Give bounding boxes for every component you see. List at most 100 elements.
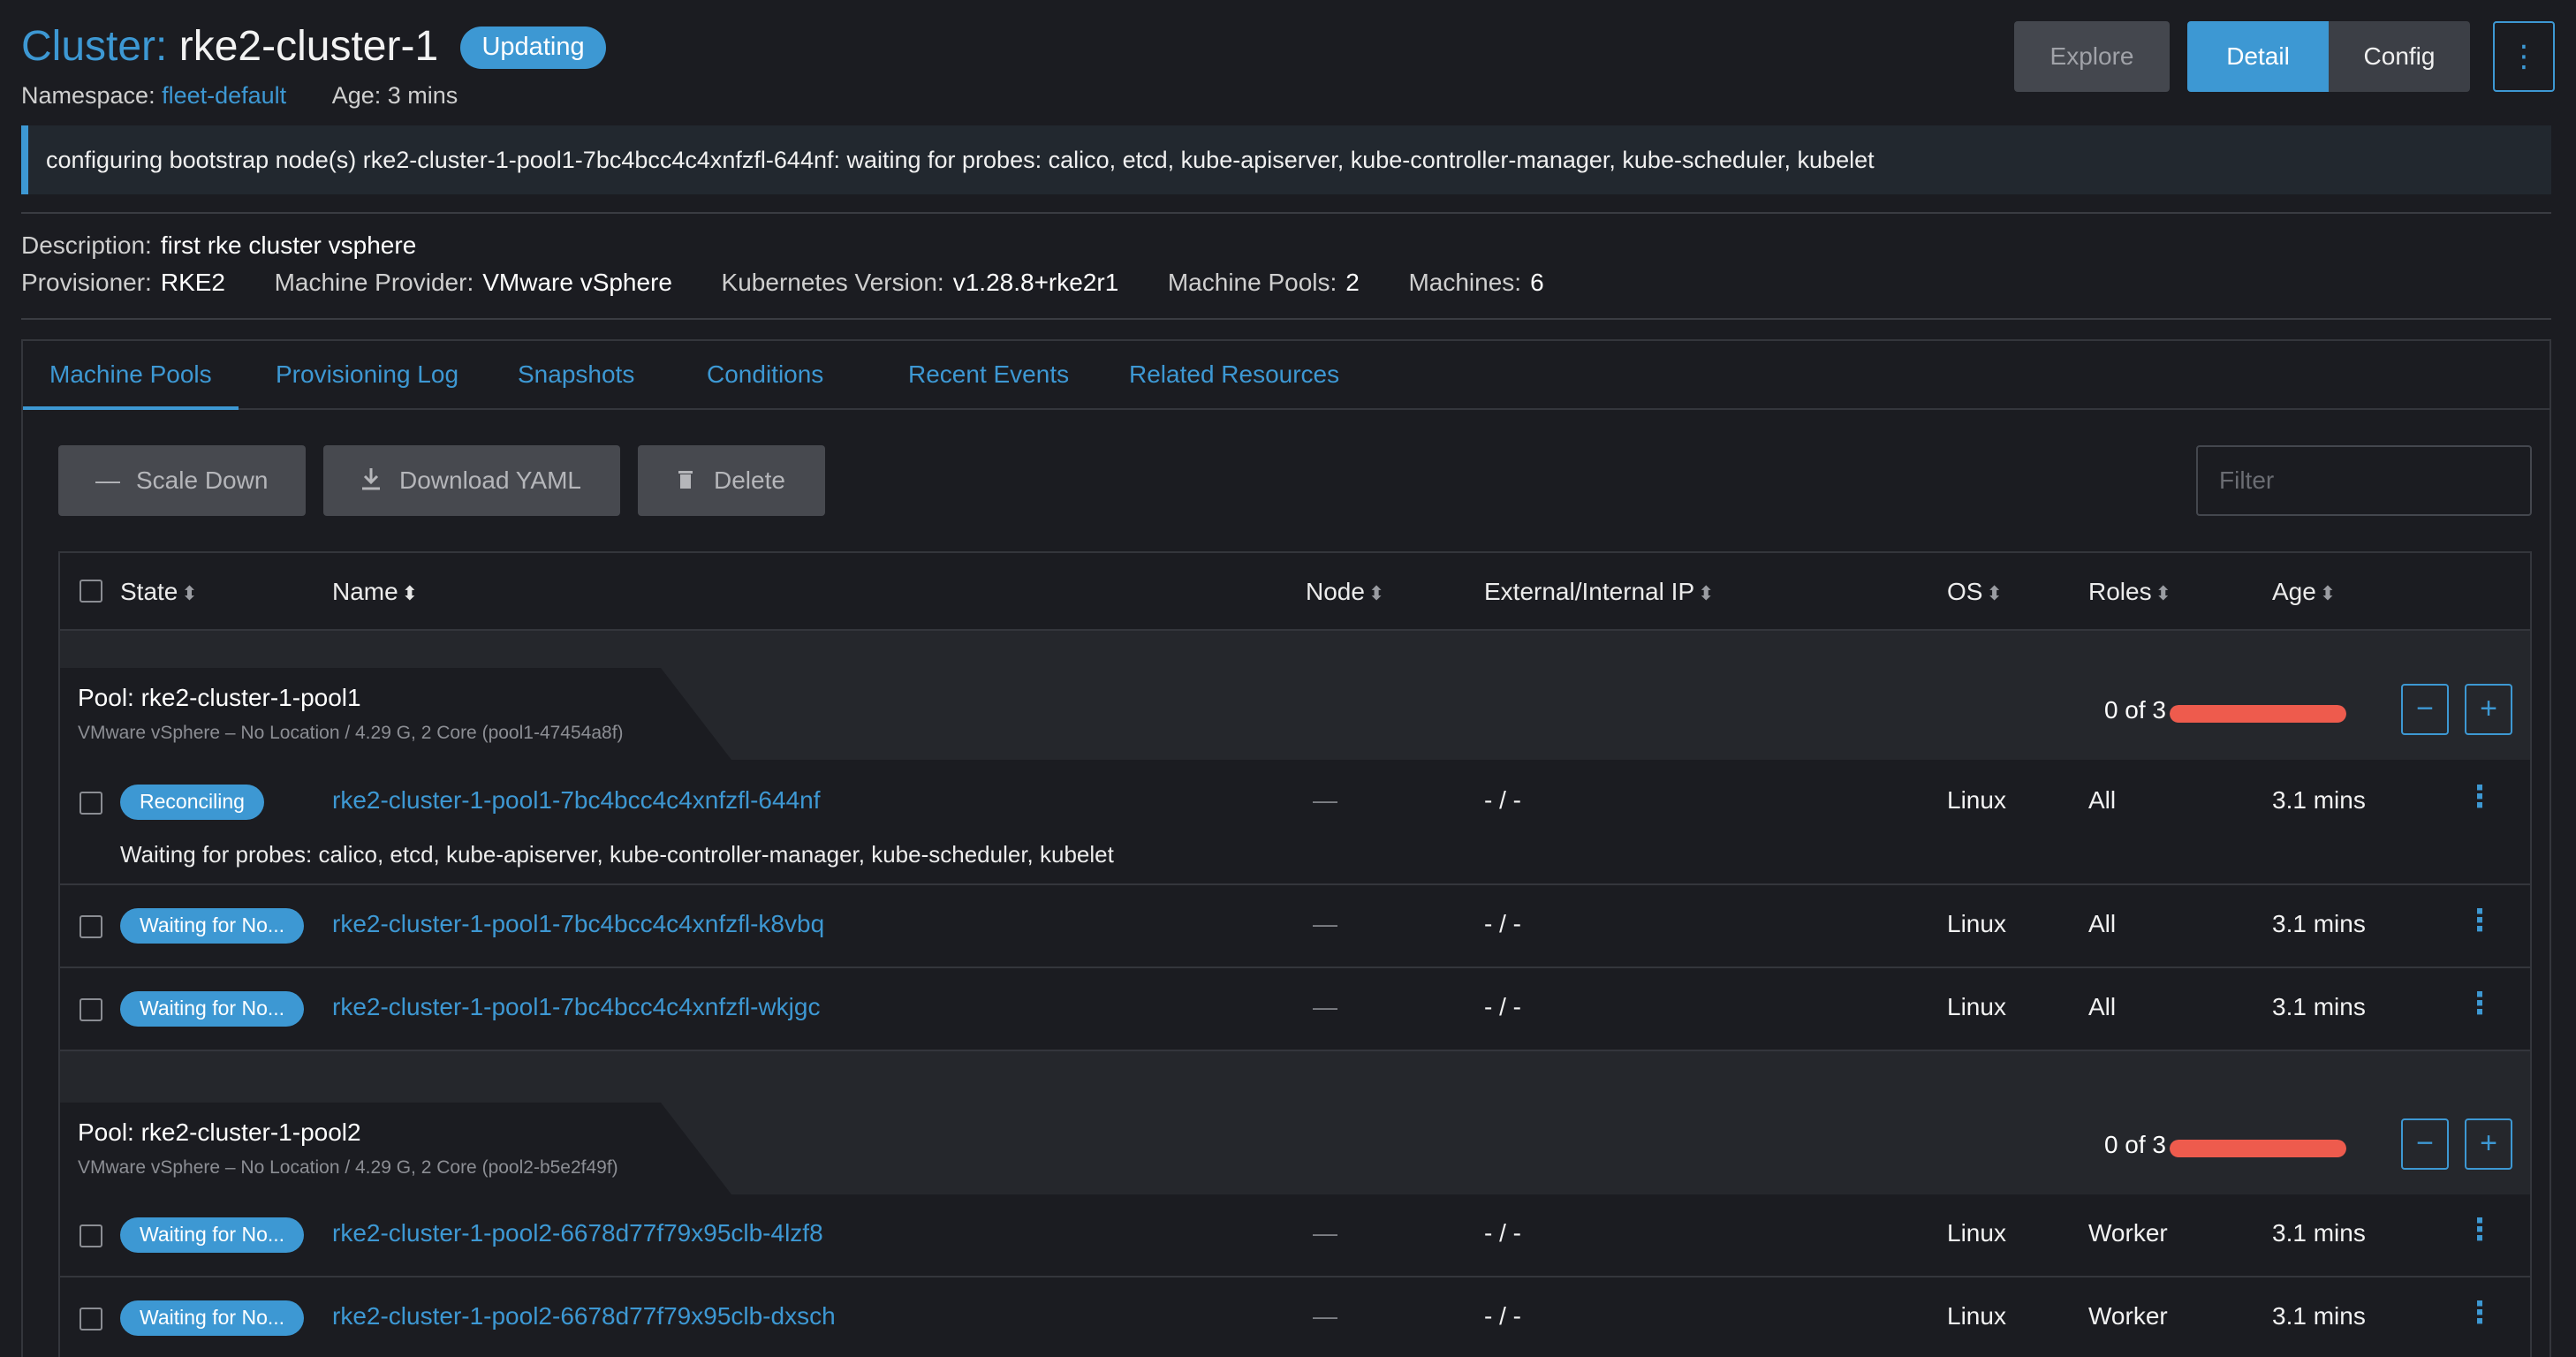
sort-icon: ⬍: [2319, 582, 2337, 604]
config-button[interactable]: Config: [2329, 21, 2470, 92]
pool-scale-down-button[interactable]: −: [2401, 1118, 2449, 1170]
minus-icon: −: [2416, 1126, 2434, 1160]
os-value: Linux: [1947, 993, 2006, 1020]
machine-name-link[interactable]: rke2-cluster-1-pool1-7bc4bcc4c4xnfzfl-64…: [332, 786, 821, 815]
table-row[interactable]: Waiting for No... rke2-cluster-1-pool2-6…: [60, 1277, 2530, 1357]
row-checkbox[interactable]: [80, 1224, 102, 1247]
pool-scale-down-button[interactable]: −: [2401, 684, 2449, 735]
pool-group-header: Pool: rke2-cluster-1-pool1 VMware vSpher…: [60, 631, 2530, 760]
ip-value: - / -: [1484, 1302, 1521, 1330]
machine-name-link[interactable]: rke2-cluster-1-pool1-7bc4bcc4c4xnfzfl-k8…: [332, 910, 824, 938]
pool-count: 0 of 3: [2103, 1131, 2166, 1158]
machine-name-link[interactable]: rke2-cluster-1-pool1-7bc4bcc4c4xnfzfl-wk…: [332, 993, 820, 1021]
node-value: —: [1313, 910, 1337, 937]
cluster-meta: Namespace: fleet-default Age: 3 mins: [21, 78, 458, 113]
kebab-icon: ⋮: [2509, 40, 2539, 73]
pool-group-tab: [60, 1103, 731, 1194]
state-badge: Waiting for No...: [120, 1300, 305, 1336]
column-node[interactable]: Node ⬍: [1306, 553, 1384, 631]
row-checkbox[interactable]: [80, 792, 102, 815]
more-actions-button[interactable]: ⋮: [2493, 21, 2555, 92]
machines-table: State ⬍ Name ⬍ Node ⬍ External/Internal IP ⬍…: [58, 551, 2532, 1357]
age-label: Age:: [331, 82, 382, 109]
pool-title: Pool: rke2-cluster-1-pool2: [78, 1118, 361, 1146]
row-checkbox[interactable]: [80, 1308, 102, 1330]
sort-icon: ⬍: [1368, 582, 1385, 604]
row-actions-button[interactable]: ⋮: [2465, 1212, 2495, 1247]
pool-scale-up-button[interactable]: +: [2465, 1118, 2512, 1170]
sort-icon: ⬍: [401, 582, 419, 604]
pool-group-header: Pool: rke2-cluster-1-pool2 VMware vSpher…: [60, 1051, 2530, 1194]
filter-input[interactable]: [2196, 445, 2532, 516]
row-actions-button[interactable]: ⋮: [2465, 1295, 2495, 1330]
banner-message: configuring bootstrap node(s) rke2-clust…: [46, 147, 1875, 173]
row-actions-button[interactable]: ⋮: [2465, 986, 2495, 1021]
ip-value: - / -: [1484, 1219, 1521, 1247]
roles-value: Worker: [2088, 1302, 2168, 1330]
row-checkbox[interactable]: [80, 915, 102, 938]
os-value: Linux: [1947, 1219, 2006, 1247]
scale-down-button[interactable]: — Scale Down: [58, 445, 306, 516]
column-ip[interactable]: External/Internal IP ⬍: [1484, 553, 1715, 631]
machine-provider-label: Machine Provider:: [274, 269, 474, 296]
status-badge: Updating: [460, 27, 606, 69]
column-roles[interactable]: Roles ⬍: [2088, 553, 2171, 631]
tab-bar: Machine Pools Provisioning Log Snapshots…: [23, 341, 2549, 410]
description-line: Description: first rke cluster vsphere: [21, 228, 416, 263]
sort-icon: ⬍: [2155, 582, 2172, 604]
scale-down-label: Scale Down: [136, 466, 269, 494]
delete-label: Delete: [714, 466, 785, 494]
row-checkbox[interactable]: [80, 998, 102, 1021]
ip-value: - / -: [1484, 993, 1521, 1020]
plus-icon: +: [2480, 1126, 2497, 1160]
tab-related-resources[interactable]: Related Resources: [1102, 341, 1366, 410]
pool-scale-up-button[interactable]: +: [2465, 684, 2512, 735]
column-os[interactable]: OS ⬍: [1947, 553, 2003, 631]
node-value: —: [1313, 786, 1337, 814]
tab-provisioning-log[interactable]: Provisioning Log: [249, 341, 485, 410]
cluster-name: rke2-cluster-1: [178, 23, 439, 70]
status-banner: configuring bootstrap node(s) rke2-clust…: [21, 125, 2551, 194]
description-label: Description:: [21, 231, 152, 259]
provisioner-label: Provisioner:: [21, 269, 152, 296]
tab-recent-events[interactable]: Recent Events: [882, 341, 1095, 410]
table-row[interactable]: Reconciling rke2-cluster-1-pool1-7bc4bcc…: [60, 760, 2530, 885]
row-actions-button[interactable]: ⋮: [2465, 779, 2495, 815]
k8s-version-value: v1.28.8+rke2r1: [952, 269, 1119, 296]
tab-machine-pools[interactable]: Machine Pools: [23, 341, 239, 410]
pool-subtitle: VMware vSphere – No Location / 4.29 G, 2…: [78, 723, 624, 743]
namespace-link[interactable]: fleet-default: [162, 82, 286, 109]
description-value: first rke cluster vsphere: [160, 231, 417, 259]
machine-name-link[interactable]: rke2-cluster-1-pool2-6678d77f79x95clb-dx…: [332, 1302, 836, 1330]
machine-name-link[interactable]: rke2-cluster-1-pool2-6678d77f79x95clb-4l…: [332, 1219, 823, 1247]
age-value: 3.1 mins: [2272, 910, 2366, 937]
table-row[interactable]: Waiting for No... rke2-cluster-1-pool2-6…: [60, 1194, 2530, 1277]
column-state[interactable]: State ⬍: [120, 553, 198, 631]
pool-title: Pool: rke2-cluster-1-pool1: [78, 684, 361, 711]
table-row[interactable]: Waiting for No... rke2-cluster-1-pool1-7…: [60, 885, 2530, 968]
row-actions-button[interactable]: ⋮: [2465, 903, 2495, 938]
state-badge: Waiting for No...: [120, 1217, 305, 1253]
state-badge: Waiting for No...: [120, 991, 305, 1027]
kebab-icon: ⋮: [2465, 1296, 2495, 1330]
select-all-checkbox[interactable]: [80, 580, 102, 603]
minus-icon: −: [2416, 692, 2434, 725]
delete-button[interactable]: Delete: [638, 445, 825, 516]
pool-progress-fill: [2170, 1140, 2346, 1157]
machine-pools-label: Machine Pools:: [1167, 269, 1337, 296]
detail-button[interactable]: Detail: [2187, 21, 2329, 92]
roles-value: All: [2088, 786, 2117, 814]
node-value: —: [1313, 1219, 1337, 1247]
table-row[interactable]: Waiting for No... rke2-cluster-1-pool1-7…: [60, 968, 2530, 1051]
column-age[interactable]: Age ⬍: [2272, 553, 2336, 631]
download-yaml-label: Download YAML: [399, 466, 581, 494]
divider: [21, 318, 2551, 320]
explore-button[interactable]: Explore: [2014, 21, 2170, 92]
download-yaml-button[interactable]: Download YAML: [323, 445, 620, 516]
age-value: 3.1 mins: [2272, 1219, 2366, 1247]
column-name[interactable]: Name ⬍: [332, 553, 418, 631]
tab-conditions[interactable]: Conditions: [680, 341, 850, 410]
tab-snapshots[interactable]: Snapshots: [491, 341, 661, 410]
provisioner-value: RKE2: [160, 269, 225, 296]
kebab-icon: ⋮: [2465, 780, 2495, 814]
